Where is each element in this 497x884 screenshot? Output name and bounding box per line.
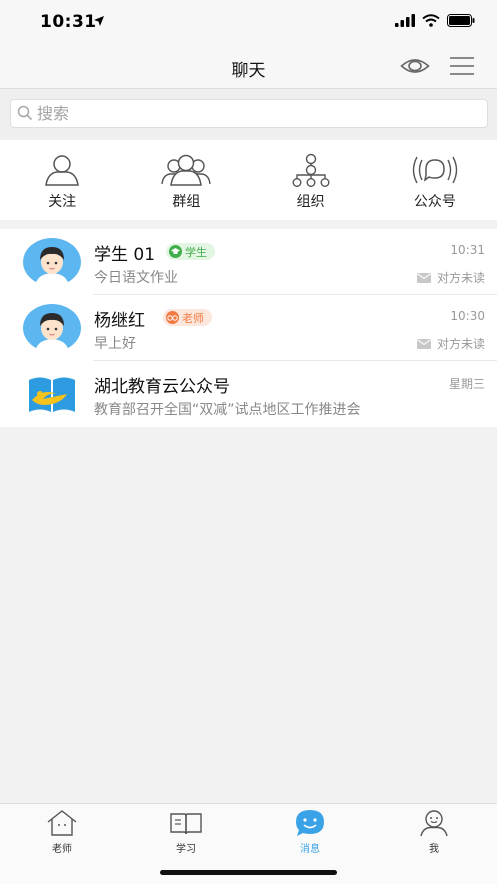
quick-label-follow: 关注 [48, 194, 77, 210]
chat-bubble-icon [296, 810, 324, 836]
quick-label-official: 公众号 [413, 194, 456, 210]
role-badge-student: 学生 [166, 243, 215, 260]
status-icons [395, 14, 475, 27]
avatar [23, 304, 81, 352]
tab-label: 学习 [176, 844, 196, 855]
read-status: 对方未读 [416, 269, 485, 286]
read-status: 对方未读 [416, 335, 485, 352]
chat-time: 10:31 [450, 243, 485, 257]
search-section [0, 89, 497, 139]
chat-name: 湖北教育云公众号 [94, 377, 230, 397]
person-icon [45, 155, 80, 186]
signal-icon [395, 14, 415, 27]
chat-last-message: 教育部召开全国“双减”试点地区工作推进会 [94, 402, 361, 418]
tab-study[interactable]: 学习 [146, 808, 226, 855]
tab-teacher[interactable]: 老师 [22, 808, 102, 855]
status-time: 10:31 [40, 12, 97, 32]
tab-label: 我 [429, 844, 439, 855]
chat-name: 学生 01 [94, 245, 156, 265]
status-bar: 10:31 [0, 0, 497, 44]
search-icon [17, 105, 33, 121]
read-status-label: 对方未读 [436, 271, 485, 285]
chat-time: 10:30 [450, 309, 485, 323]
quick-item-org[interactable]: 组织 [249, 140, 373, 220]
group-icon [161, 154, 212, 186]
search-input[interactable] [37, 102, 477, 124]
role-badge-teacher: 老师 [163, 309, 212, 326]
tab-messages[interactable]: 消息 [270, 808, 350, 855]
chat-item-official[interactable]: 湖北教育云公众号 教育部召开全国“双减”试点地区工作推进会 星期三 [0, 361, 497, 427]
book-icon [170, 813, 202, 835]
eye-icon[interactable] [400, 57, 430, 75]
nav-bar: 聊天 [0, 44, 497, 89]
chat-item-student[interactable]: 学生 01 学生 今日语文作业 10:31 对方未读 [0, 229, 497, 295]
read-status-label: 对方未读 [436, 337, 485, 351]
glasses-icon [167, 314, 178, 321]
badge-label: 学生 [185, 245, 207, 259]
chat-last-message: 今日语文作业 [94, 270, 178, 286]
chat-time: 星期三 [448, 377, 485, 391]
search-box[interactable] [10, 99, 488, 128]
quick-actions: 关注 群组 组织 公众号 [0, 140, 497, 220]
quick-item-follow[interactable]: 关注 [0, 140, 124, 220]
broadcast-icon [412, 156, 458, 184]
chat-item-teacher[interactable]: 杨继红 老师 早上好 10:30 对方未读 [0, 295, 497, 361]
battery-icon [447, 14, 475, 27]
wifi-icon [422, 14, 440, 27]
quick-item-groups[interactable]: 群组 [124, 140, 248, 220]
badge-label: 老师 [182, 311, 204, 325]
home-icon [47, 810, 77, 836]
avatar [23, 238, 81, 286]
quick-label-org: 组织 [296, 194, 325, 210]
chat-last-message: 早上好 [94, 336, 136, 352]
grad-cap-icon [171, 248, 180, 254]
tab-label: 老师 [52, 844, 72, 855]
mail-icon [416, 338, 431, 349]
mail-icon [416, 272, 431, 283]
user-face-icon [420, 810, 448, 837]
home-indicator [160, 870, 337, 875]
official-account-logo [23, 370, 81, 418]
quick-item-official[interactable]: 公众号 [373, 140, 497, 220]
location-arrow-icon [94, 16, 104, 26]
chat-list: 学生 01 学生 今日语文作业 10:31 对方未读 杨继红 老师 早上好 10… [0, 229, 497, 427]
tab-me[interactable]: 我 [394, 808, 474, 855]
quick-label-groups: 群组 [172, 194, 201, 210]
tab-label: 消息 [300, 844, 320, 855]
org-tree-icon [292, 153, 330, 187]
chat-name: 杨继红 [94, 311, 145, 331]
menu-icon[interactable] [449, 56, 475, 76]
